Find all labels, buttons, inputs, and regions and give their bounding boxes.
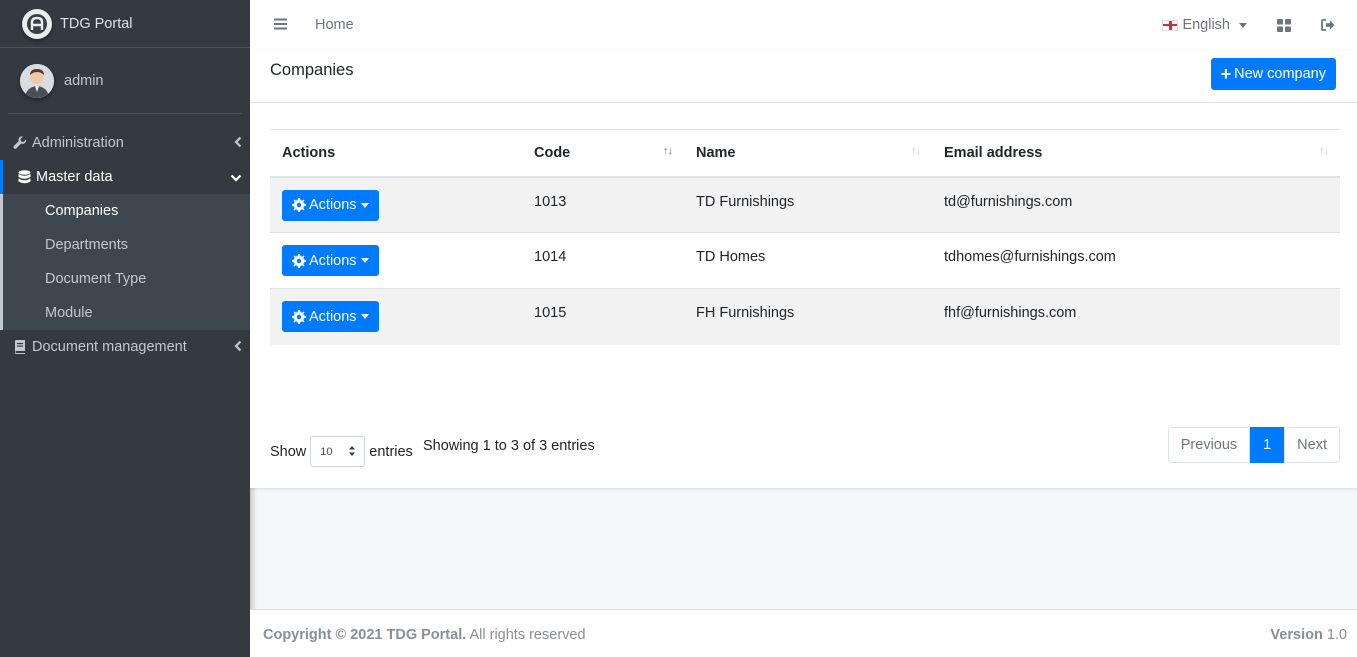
pagination: Previous 1 Next [1167, 427, 1340, 463]
copyright-rest: All rights reserved [466, 627, 586, 643]
page-length-select[interactable]: 10 [310, 436, 366, 467]
database-icon [16, 170, 32, 184]
chevron-left-icon [234, 340, 242, 356]
version: Version 1.0 [1270, 627, 1347, 643]
gear-icon [292, 198, 306, 212]
column-header-name[interactable]: Name ↑↓ [684, 130, 932, 177]
caret-down-icon [360, 258, 369, 263]
column-header-code[interactable]: Code ↑↓ [522, 130, 684, 177]
companies-table: Actions Code ↑↓ Name ↑↓ Email address ↑↓ Ac… [270, 129, 1340, 345]
column-header-actions: Actions [282, 144, 336, 161]
england-flag-icon [1162, 19, 1179, 31]
email-cell: tdhomes@furnishings.com [944, 249, 1116, 265]
page-1-button[interactable]: 1 [1250, 427, 1285, 463]
sort-icon: ↑↓ [1319, 145, 1329, 157]
sidebar-item-companies[interactable]: Companies [3, 194, 250, 228]
sidebar: TDG Portal admin Administration Master d… [0, 0, 250, 657]
grid-icon[interactable] [1277, 18, 1291, 32]
sort-icon: ↑↓ [911, 145, 921, 157]
gear-icon [292, 253, 306, 268]
name-cell: TD Furnishings [696, 193, 795, 210]
code-cell: 1015 [534, 305, 567, 321]
sidebar-item-departments[interactable]: Departments [3, 228, 250, 262]
actions-dropdown-button[interactable]: Actions [282, 189, 379, 221]
caret-down-icon [1239, 22, 1247, 28]
plus-icon: + [1220, 64, 1232, 84]
home-link[interactable]: Home [315, 17, 354, 33]
caret-down-icon [360, 202, 369, 208]
content-header: Companies + New company [250, 50, 1357, 103]
sidebar-item-master-data[interactable]: Master data [0, 160, 250, 194]
sidebar-item-document-type[interactable]: Document Type [3, 262, 250, 296]
master-data-submenu: Companies Departments Document Type Modu… [0, 194, 250, 330]
sign-out-icon[interactable] [1321, 19, 1335, 31]
sidebar-nav: Administration Master data Companies Dep… [0, 126, 250, 364]
top-navbar: Home English [250, 0, 1357, 50]
actions-dropdown-button[interactable]: Actions [282, 301, 379, 332]
column-header-email[interactable]: Email address ↑↓ [932, 130, 1340, 177]
actions-cell: Actions [270, 289, 522, 345]
actions-cell: Actions [270, 177, 522, 233]
hamburger-menu-icon[interactable] [274, 17, 287, 33]
table-row: Actions 1013 TD Furnishings td@furnishin… [270, 176, 1340, 233]
user-name: admin [64, 72, 104, 89]
version-label: Version [1270, 627, 1323, 643]
name-cell: TD Homes [696, 249, 766, 265]
select-arrows-icon [348, 444, 356, 461]
table-row: Actions 1014 TD Homes tdhomes@furnishing… [270, 232, 1340, 289]
new-company-button[interactable]: + New company [1210, 58, 1336, 90]
entries-label: entries [369, 443, 413, 460]
copyright: Copyright © 2021 TDG Portal. All rights … [263, 627, 586, 643]
actions-cell: Actions [270, 233, 522, 289]
email-cell: td@furnishings.com [944, 193, 1073, 210]
wrench-icon [12, 136, 28, 150]
content-card: Companies + New company Actions Code ↑↓ N… [250, 50, 1357, 488]
table-info: Showing 1 to 3 of 3 entries [423, 438, 595, 454]
next-page-button[interactable]: Next [1284, 427, 1340, 463]
show-label: Show [270, 443, 307, 460]
copyright-bold: Copyright © 2021 TDG Portal. [263, 627, 467, 643]
table-row: Actions 1015 FH Furnishings fhf@furnishi… [270, 288, 1340, 345]
sidebar-item-label: Administration [32, 135, 124, 151]
table-header-row: Actions Code ↑↓ Name ↑↓ Email address ↑↓ [270, 129, 1340, 177]
chevron-down-icon [230, 170, 242, 186]
page-title: Companies [270, 61, 354, 79]
name-cell: FH Furnishings [696, 305, 795, 321]
page-length-value: 10 [320, 445, 333, 458]
previous-page-button[interactable]: Previous [1167, 427, 1251, 463]
avatar [20, 63, 54, 98]
language-dropdown[interactable]: English [1162, 17, 1247, 33]
navbar-right: English [1162, 0, 1357, 50]
brand-link[interactable]: TDG Portal [0, 0, 250, 48]
sidebar-item-module[interactable]: Module [3, 296, 250, 330]
code-cell: 1013 [534, 193, 567, 210]
actions-dropdown-button[interactable]: Actions [282, 245, 379, 276]
brand-logo-icon [22, 8, 52, 39]
sidebar-item-label: Master data [36, 169, 113, 185]
main-footer: Copyright © 2021 TDG Portal. All rights … [250, 609, 1357, 657]
sort-icon: ↑↓ [663, 145, 673, 157]
length-control: Show 10 entries [270, 436, 413, 467]
gear-icon [292, 309, 306, 324]
user-panel[interactable]: admin [8, 48, 242, 114]
book-icon [12, 340, 28, 354]
sidebar-item-administration[interactable]: Administration [0, 126, 250, 160]
chevron-left-icon [234, 136, 242, 152]
brand-name: TDG Portal [60, 15, 133, 32]
code-cell: 1014 [534, 249, 567, 265]
language-label: English [1182, 17, 1230, 33]
sidebar-item-document-management[interactable]: Document management [0, 330, 250, 364]
email-cell: fhf@furnishings.com [944, 305, 1077, 321]
caret-down-icon [360, 314, 369, 319]
version-value: 1.0 [1322, 627, 1347, 643]
table-footer: Show 10 entries Showing 1 to 3 of 3 entr… [270, 427, 1340, 467]
new-company-label: New company [1234, 66, 1326, 82]
sidebar-item-label: Document management [32, 339, 187, 355]
